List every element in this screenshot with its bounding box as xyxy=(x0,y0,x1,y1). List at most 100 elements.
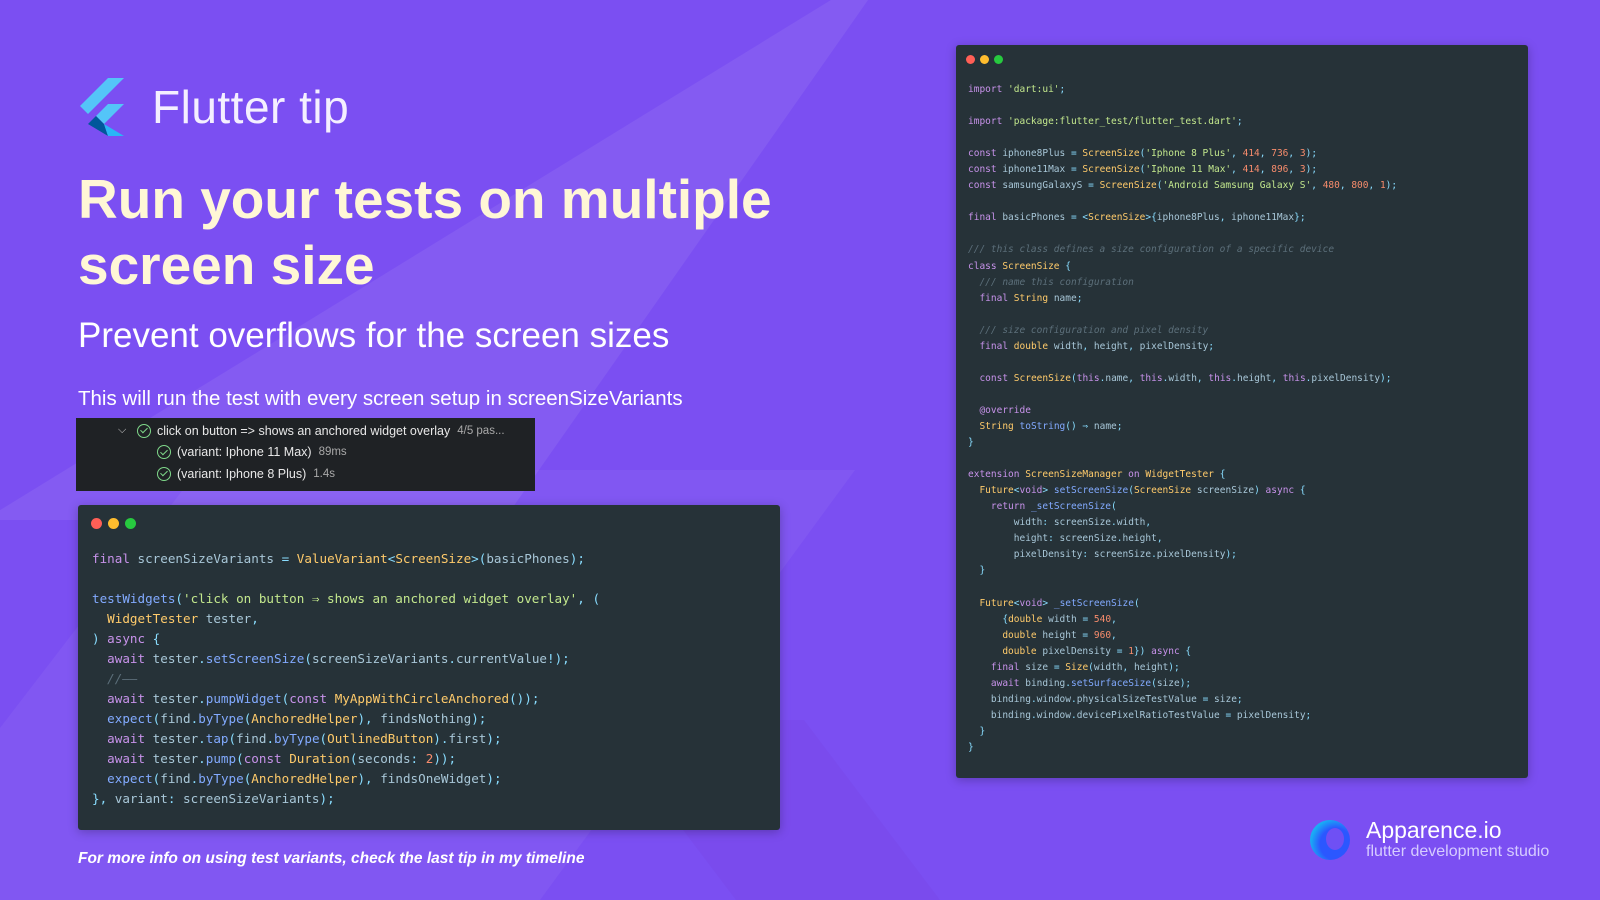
code-token: ScreenSize xyxy=(1082,164,1140,176)
test-result-row[interactable]: (variant: Iphone 8 Plus) 1.4s xyxy=(76,463,535,485)
code-line: String toString() ⇒ name; xyxy=(968,420,1123,432)
code-token: /// name this configuration xyxy=(968,276,1134,288)
code-line: await tester.setScreenSize(screenSizeVar… xyxy=(92,651,570,666)
code-token: , xyxy=(1339,180,1352,192)
code-token: , xyxy=(1271,372,1283,384)
test-results-panel: ⌵ click on button => shows an anchored w… xyxy=(76,418,535,491)
code-token: seconds xyxy=(357,751,411,766)
code-block: final screenSizeVariants = ValueVariant<… xyxy=(92,549,600,809)
code-window-test: final screenSizeVariants = ValueVariant<… xyxy=(78,505,780,830)
code-token: expect xyxy=(107,711,153,726)
code-token: find xyxy=(160,771,191,786)
code-token: ( xyxy=(236,751,244,766)
code-token: screenSizeVariants xyxy=(183,791,320,806)
description: This will run the test with every screen… xyxy=(78,387,683,410)
code-token: pumpWidget xyxy=(205,691,282,706)
code-token: height xyxy=(1122,533,1157,545)
code-token: ); xyxy=(1305,164,1318,176)
code-token: byType xyxy=(198,711,244,726)
code-token: WidgetTester xyxy=(1145,469,1220,481)
code-token: void xyxy=(1019,597,1043,609)
code-token: const xyxy=(979,372,1014,384)
maximize-dot-icon xyxy=(994,55,1003,64)
code-token: samsungGalaxyS xyxy=(1002,180,1089,192)
code-token: on xyxy=(1128,469,1146,481)
check-circle-icon xyxy=(157,466,171,481)
minimize-dot-icon xyxy=(108,518,119,529)
apparence-name: Apparence.io xyxy=(1366,817,1502,843)
code-token: Future xyxy=(979,597,1014,609)
code-token: ); xyxy=(1305,148,1318,160)
code-line: testWidgets('click on button ⇒ shows an … xyxy=(92,591,600,606)
code-token: , xyxy=(1156,533,1163,545)
code-line: pixelDensity: screenSize.pixelDensity); xyxy=(968,549,1237,560)
code-token: width xyxy=(1048,613,1083,625)
code-token: ); xyxy=(486,731,502,746)
code-token: physicalSizeTestValue xyxy=(1076,693,1203,705)
code-token: @override xyxy=(979,404,1031,416)
code-token: 'click on button ⇒ shows an anchored wid… xyxy=(183,591,578,606)
code-token: ( xyxy=(175,591,183,606)
code-token: screenSize xyxy=(1053,517,1112,529)
code-token: ; xyxy=(1076,292,1083,304)
code-token: /// this class defines a size configurat… xyxy=(968,244,1335,256)
code-token: screenSizeVariants xyxy=(311,651,449,666)
code-line: double pixelDensity = 1}) async { xyxy=(968,646,1191,657)
code-token: , xyxy=(1111,613,1117,625)
code-token: ; xyxy=(1116,420,1123,432)
code-token: final xyxy=(990,661,1026,673)
code-token: await xyxy=(107,751,153,766)
code-token: ScreenSize xyxy=(1088,212,1146,224)
code-token: >( xyxy=(471,551,487,566)
code-token: return xyxy=(990,501,1031,513)
code-token: width xyxy=(1053,340,1083,352)
code-token: const xyxy=(968,180,1003,192)
code-token: height xyxy=(1042,629,1083,641)
code-token: window xyxy=(1036,709,1071,721)
code-token: ) xyxy=(92,631,108,646)
minimize-dot-icon xyxy=(980,55,989,64)
code-line: const samsungGalaxyS = ScreenSize('Andro… xyxy=(968,180,1397,191)
code-token: screenSize xyxy=(1093,549,1152,561)
code-token: final xyxy=(968,212,1003,224)
code-token: )); xyxy=(433,751,457,766)
code-token: variant xyxy=(114,791,168,806)
code-token: > xyxy=(1042,597,1054,609)
code-token: iphone8Plus xyxy=(1002,148,1071,160)
code-token: ; xyxy=(1236,693,1243,705)
code-token: ); xyxy=(1380,372,1392,384)
code-token: ScreenSizeManager xyxy=(1025,469,1129,481)
brand-header: Flutter tip xyxy=(78,78,349,136)
code-token: this xyxy=(1139,372,1163,384)
code-token: tester xyxy=(205,611,252,626)
chevron-down-icon[interactable]: ⌵ xyxy=(118,424,132,437)
code-token: setScreenSize xyxy=(205,651,305,666)
code-token: setScreenSize xyxy=(1053,485,1129,497)
code-line: import 'package:flutter_test/flutter_tes… xyxy=(968,116,1243,127)
apparence-logo-icon xyxy=(1310,819,1350,860)
test-result-row[interactable]: (variant: Iphone 11 Max) 89ms xyxy=(76,442,535,464)
code-token: 540 xyxy=(1093,613,1112,625)
code-line: //—— xyxy=(92,671,137,686)
code-token: height xyxy=(1133,661,1169,673)
test-group-row[interactable]: ⌵ click on button => shows an anchored w… xyxy=(76,420,535,442)
code-token: basicPhones xyxy=(1002,212,1071,224)
code-token: final xyxy=(979,340,1014,352)
code-line: @override xyxy=(968,404,1031,416)
code-token: , xyxy=(1231,164,1243,176)
code-token: ScreenSize xyxy=(1133,485,1197,497)
code-token: , xyxy=(1145,517,1152,529)
code-line: return _setScreenSize( xyxy=(968,501,1117,512)
code-token: await xyxy=(107,731,153,746)
code-token: ; xyxy=(1236,116,1243,128)
code-token: = xyxy=(1088,180,1100,192)
code-token: }, xyxy=(92,791,115,806)
code-token: ; xyxy=(1208,340,1215,352)
apparence-brand: Apparence.io flutter development studio xyxy=(1310,818,1549,861)
